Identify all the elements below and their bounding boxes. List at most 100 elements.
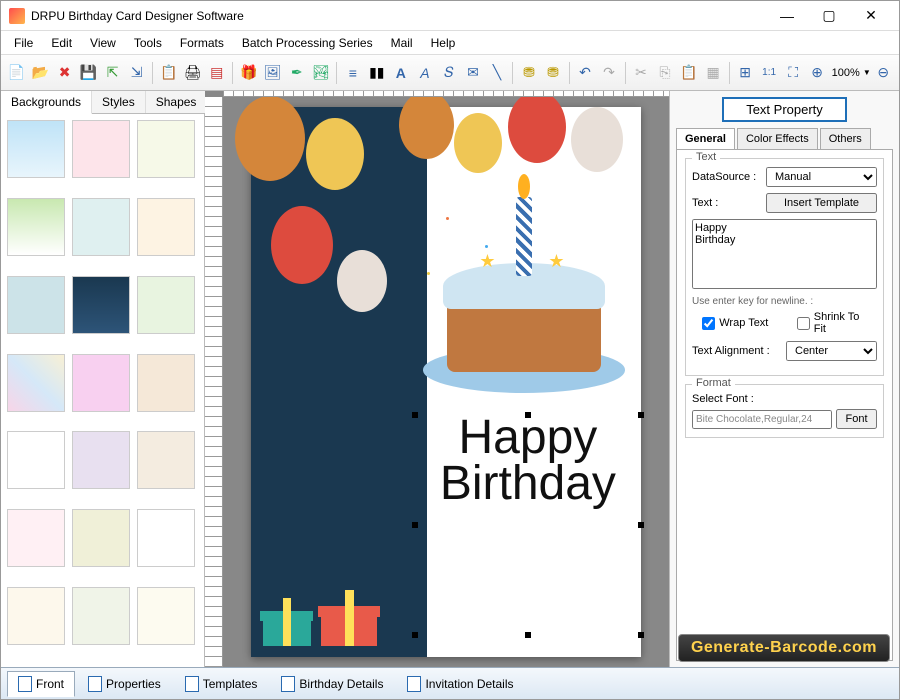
- fullscreen-icon[interactable]: ⛶: [782, 61, 805, 85]
- background-thumb[interactable]: [72, 198, 130, 256]
- redo-icon[interactable]: ↷: [597, 61, 620, 85]
- background-thumb[interactable]: [7, 198, 65, 256]
- menu-batch[interactable]: Batch Processing Series: [233, 34, 382, 52]
- background-thumb[interactable]: [137, 431, 195, 489]
- background-thumb[interactable]: [7, 587, 65, 645]
- toolbar: 📄 📂 ✖ 💾 ⇱ ⇲ 📋 🖨 ▤ 🎁 🖼 ✒ 🏞 ≡ ▮▮ A A 𝑆 ✉ ╲…: [1, 55, 899, 91]
- picture-icon[interactable]: 🏞: [309, 61, 332, 85]
- grid2-icon[interactable]: ⊞: [734, 61, 757, 85]
- tab-backgrounds[interactable]: Backgrounds: [1, 91, 92, 114]
- window-title: DRPU Birthday Card Designer Software: [31, 9, 767, 23]
- sign-icon[interactable]: 𝑆: [437, 61, 460, 85]
- gift-icon[interactable]: 🎁: [237, 61, 260, 85]
- btab-birthday-details[interactable]: Birthday Details: [270, 671, 394, 697]
- balloon-icon: [337, 250, 387, 312]
- balloon-icon: [508, 97, 566, 163]
- minimize-button[interactable]: —: [767, 2, 807, 30]
- save-icon[interactable]: 💾: [77, 61, 100, 85]
- fit-icon[interactable]: 1:1: [758, 61, 781, 85]
- datasource-select[interactable]: Manual: [766, 167, 877, 187]
- background-thumb[interactable]: [7, 354, 65, 412]
- background-thumb[interactable]: [72, 120, 130, 178]
- copy-icon[interactable]: 📋: [157, 61, 180, 85]
- cut-icon[interactable]: ✂: [629, 61, 652, 85]
- import-icon[interactable]: ⇲: [125, 61, 148, 85]
- tab-others[interactable]: Others: [820, 128, 871, 149]
- btab-front[interactable]: Front: [7, 671, 75, 697]
- zoom-dropdown-icon[interactable]: ▼: [863, 68, 871, 77]
- menu-help[interactable]: Help: [422, 34, 465, 52]
- tab-color-effects[interactable]: Color Effects: [737, 128, 818, 149]
- close-button[interactable]: ✕: [851, 2, 891, 30]
- background-thumb[interactable]: [137, 587, 195, 645]
- font-button[interactable]: Font: [836, 409, 877, 429]
- layers-icon[interactable]: ▤: [205, 61, 228, 85]
- btab-properties[interactable]: Properties: [77, 671, 172, 697]
- canvas-scroll[interactable]: ★ ★ Happy Birthday: [223, 97, 669, 667]
- pen-icon[interactable]: ✒: [285, 61, 308, 85]
- undo-icon[interactable]: ↶: [573, 61, 596, 85]
- background-thumb[interactable]: [72, 587, 130, 645]
- barcode-icon[interactable]: ▮▮: [365, 61, 388, 85]
- background-thumb[interactable]: [137, 509, 195, 567]
- italic-text-icon[interactable]: A: [413, 61, 436, 85]
- background-thumb[interactable]: [137, 120, 195, 178]
- text-input[interactable]: [692, 219, 877, 289]
- watermark: Generate-Barcode.com: [678, 634, 890, 662]
- menu-file[interactable]: File: [5, 34, 42, 52]
- background-thumb[interactable]: [72, 431, 130, 489]
- wrap-text-checkbox[interactable]: Wrap Text: [702, 317, 772, 330]
- tab-styles[interactable]: Styles: [92, 91, 146, 113]
- datasource-label: DataSource :: [692, 171, 762, 183]
- mail-icon[interactable]: ✉: [461, 61, 484, 85]
- db2-icon[interactable]: ⛃: [541, 61, 564, 85]
- print-icon[interactable]: 🖨: [181, 61, 204, 85]
- background-thumb[interactable]: [72, 276, 130, 334]
- line-icon[interactable]: ╲: [485, 61, 508, 85]
- paste-icon[interactable]: 📋: [678, 61, 701, 85]
- copy2-icon[interactable]: ⎘: [654, 61, 677, 85]
- background-thumb[interactable]: [7, 431, 65, 489]
- export-icon[interactable]: ⇱: [101, 61, 124, 85]
- image-icon[interactable]: 🖼: [261, 61, 284, 85]
- background-thumb[interactable]: [72, 354, 130, 412]
- zoom-in-icon[interactable]: ⊕: [806, 61, 829, 85]
- balloon-icon: [571, 107, 623, 172]
- menu-formats[interactable]: Formats: [171, 34, 233, 52]
- tab-shapes[interactable]: Shapes: [146, 91, 208, 113]
- open-icon[interactable]: 📂: [29, 61, 52, 85]
- card-canvas[interactable]: ★ ★ Happy Birthday: [251, 107, 641, 657]
- grid-icon[interactable]: ▦: [702, 61, 725, 85]
- text-icon[interactable]: A: [389, 61, 412, 85]
- format-fieldset: Format Select Font : Font: [685, 384, 884, 438]
- lines-icon[interactable]: ≡: [341, 61, 364, 85]
- card-text-selected[interactable]: Happy Birthday: [415, 415, 641, 635]
- card-text-line2: Birthday: [440, 457, 616, 510]
- menu-mail[interactable]: Mail: [382, 34, 422, 52]
- shrink-to-fit-checkbox[interactable]: Shrink To Fit: [797, 311, 867, 335]
- alignment-select[interactable]: Center: [786, 341, 877, 361]
- cake-icon: ★ ★: [423, 184, 626, 393]
- background-thumb[interactable]: [72, 509, 130, 567]
- menu-tools[interactable]: Tools: [125, 34, 171, 52]
- db1-icon[interactable]: ⛃: [517, 61, 540, 85]
- btab-templates[interactable]: Templates: [174, 671, 269, 697]
- text-legend: Text: [692, 151, 720, 163]
- delete-icon[interactable]: ✖: [53, 61, 76, 85]
- background-thumb[interactable]: [137, 354, 195, 412]
- background-thumb[interactable]: [7, 120, 65, 178]
- background-thumb[interactable]: [7, 509, 65, 567]
- menu-view[interactable]: View: [81, 34, 125, 52]
- maximize-button[interactable]: ▢: [809, 2, 849, 30]
- canvas-area: ★ ★ Happy Birthday: [205, 91, 669, 667]
- background-thumb[interactable]: [137, 198, 195, 256]
- menu-edit[interactable]: Edit: [42, 34, 81, 52]
- new-icon[interactable]: 📄: [5, 61, 28, 85]
- left-panel: Backgrounds Styles Shapes: [1, 91, 205, 667]
- tab-general[interactable]: General: [676, 128, 735, 149]
- btab-invitation-details[interactable]: Invitation Details: [396, 671, 524, 697]
- background-thumb[interactable]: [7, 276, 65, 334]
- zoom-out-icon[interactable]: ⊖: [872, 61, 895, 85]
- background-thumb[interactable]: [137, 276, 195, 334]
- insert-template-button[interactable]: Insert Template: [766, 193, 877, 213]
